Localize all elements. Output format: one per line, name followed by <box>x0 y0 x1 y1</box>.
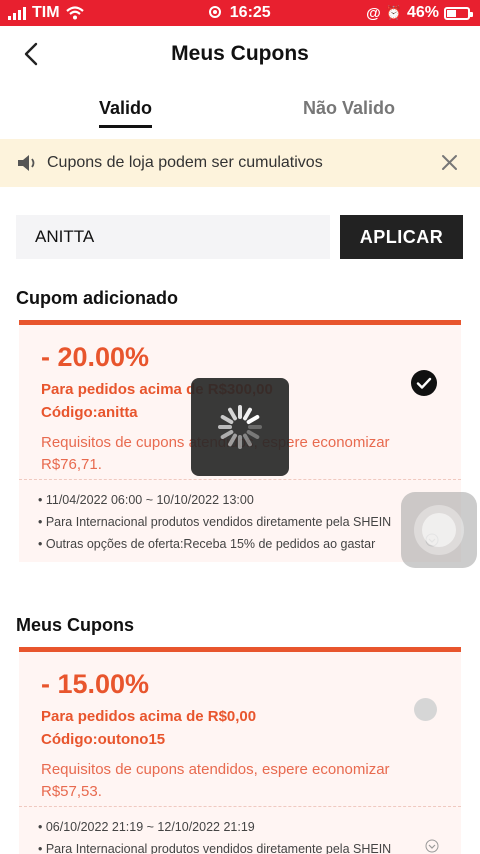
coupon-discount: - 20.00% <box>41 342 150 372</box>
at-icon: @ <box>366 4 381 22</box>
coupon-extra-offer: • Outras opções de oferta:Receba 15% de … <box>38 537 376 551</box>
section-title-added: Cupom adicionado <box>16 288 178 308</box>
chevron-down-icon[interactable] <box>425 839 439 853</box>
clock-time: 16:25 <box>229 4 271 21</box>
close-icon[interactable] <box>441 154 458 171</box>
battery-icon <box>444 6 473 20</box>
spinner-icon <box>218 405 262 449</box>
coupon-code: Código:anitta <box>41 404 138 421</box>
coupon-details: • 06/10/2022 21:19 ~ 12/10/2022 21:19 • … <box>19 807 461 854</box>
record-icon <box>209 6 222 18</box>
status-bar: TIM 16:25 @ ⏰ 46% <box>0 0 480 26</box>
speaker-icon <box>18 155 35 171</box>
assistive-touch-button[interactable] <box>401 492 477 568</box>
coupon-requirement: Requisitos de cupons atendidos, espere e… <box>41 761 390 800</box>
alarm-icon: ⏰ <box>385 5 402 20</box>
coupon-code: Código:outono15 <box>41 731 166 748</box>
coupon-code-input[interactable] <box>16 215 330 259</box>
coupon-scope: • Para Internacional produtos vendidos d… <box>38 842 392 854</box>
apply-button[interactable]: APLICAR <box>340 215 463 259</box>
coupon-scope: • Para Internacional produtos vendidos d… <box>38 515 392 529</box>
battery-percent: 46% <box>406 4 439 21</box>
coupon-validity: • 06/10/2022 21:19 ~ 12/10/2022 21:19 <box>38 820 255 834</box>
loading-spinner <box>191 378 289 476</box>
selected-check-icon[interactable] <box>411 370 437 396</box>
tab-valid[interactable]: Valido <box>99 98 153 128</box>
page-title: Meus Cupons <box>171 42 309 65</box>
notice-text: Cupons de loja podem ser cumulativos <box>47 154 323 171</box>
coupon-details: • 11/04/2022 06:00 ~ 10/10/2022 13:00 • … <box>19 480 461 555</box>
notice-banner: Cupons de loja podem ser cumulativos <box>0 139 480 187</box>
header: Meus Cupons <box>0 26 480 82</box>
tab-bar: Valido Não Valido <box>0 92 480 132</box>
coupon-min-order: Para pedidos acima de R$0,00 <box>41 708 257 725</box>
coupon-discount: - 15.00% <box>41 669 150 699</box>
coupon-card-outono15[interactable]: - 15.00% Para pedidos acima de R$0,00 Có… <box>19 647 461 854</box>
unselected-radio-icon[interactable] <box>414 698 437 721</box>
tab-invalid[interactable]: Não Valido <box>303 98 395 119</box>
coupon-validity: • 11/04/2022 06:00 ~ 10/10/2022 13:00 <box>38 493 254 507</box>
section-title-mine: Meus Cupons <box>16 615 135 635</box>
